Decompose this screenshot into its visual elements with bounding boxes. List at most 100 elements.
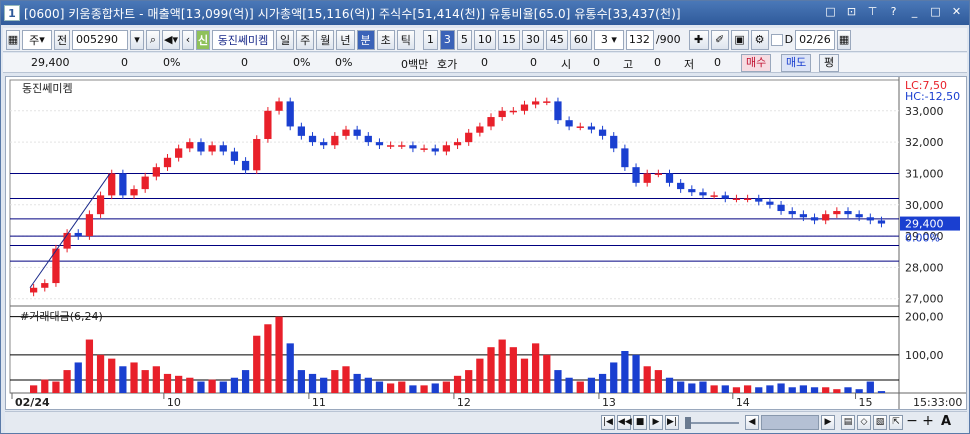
volume-bar bbox=[665, 377, 674, 393]
minute-15[interactable]: 15 bbox=[497, 29, 520, 50]
minute-10[interactable]: 10 bbox=[473, 29, 496, 50]
scroll-left-icon[interactable]: ◀ bbox=[745, 415, 759, 430]
minimize-icon[interactable]: _ bbox=[906, 4, 923, 21]
zoom-icon[interactable]: ▧ bbox=[873, 415, 887, 430]
credit-badge: 신 bbox=[196, 29, 210, 50]
volume-bar bbox=[141, 370, 149, 393]
eval-button[interactable]: 평 bbox=[819, 54, 840, 72]
hc-label: HC:-12,50 bbox=[905, 90, 961, 103]
stop-icon[interactable]: ■ bbox=[633, 415, 647, 430]
scroll-thumb[interactable] bbox=[685, 417, 691, 429]
forward-icon[interactable]: ▶ bbox=[649, 415, 663, 430]
full-button[interactable]: 전 bbox=[54, 29, 70, 50]
interval-select[interactable]: 3 ▾ bbox=[593, 29, 624, 50]
volume-bar bbox=[799, 385, 808, 393]
title-bar: 1 [0600] 키움종합차트 - 매출액[13,099(억)] 시가총액[15… bbox=[1, 1, 969, 25]
zoom-in-icon[interactable]: + bbox=[921, 414, 935, 430]
volume-bar bbox=[119, 366, 127, 393]
font-size-icon[interactable]: A bbox=[939, 415, 953, 430]
last-icon[interactable]: ▶| bbox=[665, 415, 679, 430]
minute-1[interactable]: 1 bbox=[422, 29, 438, 50]
volume-bar bbox=[431, 383, 439, 393]
candle-body bbox=[163, 157, 172, 168]
layout-icon[interactable]: ⊡ bbox=[843, 4, 860, 21]
volume-bar bbox=[331, 370, 339, 393]
period-select[interactable]: 주 ▾ bbox=[22, 29, 52, 50]
close-icon[interactable]: ✕ bbox=[948, 4, 965, 21]
scroll-range[interactable] bbox=[761, 415, 819, 430]
candle-body bbox=[297, 126, 305, 136]
quote-v3: 0 bbox=[530, 56, 537, 69]
menu-icon[interactable]: ▦ bbox=[6, 29, 20, 50]
mark-icon[interactable]: ✐ bbox=[710, 29, 729, 50]
candle-body bbox=[732, 198, 741, 200]
window-title: [0600] 키움종합차트 - 매출액[13,099(억)] 시가총액[15,1… bbox=[24, 6, 681, 21]
compare-icon[interactable]: ✚ bbox=[688, 29, 709, 50]
candle-body bbox=[487, 117, 495, 127]
scale-icon[interactable]: ⇱ bbox=[889, 415, 903, 430]
tab-day[interactable]: 일 bbox=[276, 29, 295, 50]
prev-icon[interactable]: ‹ bbox=[182, 29, 194, 50]
save-icon[interactable]: ▣ bbox=[730, 29, 749, 50]
candle-body bbox=[866, 217, 874, 221]
rewind-icon[interactable]: ◀◀ bbox=[617, 415, 632, 430]
search-icon[interactable]: ⌕ bbox=[146, 29, 160, 50]
date-checkbox[interactable] bbox=[770, 33, 783, 46]
tab-year[interactable]: 년 bbox=[336, 29, 355, 50]
scroll-track[interactable] bbox=[685, 422, 739, 424]
minute-45[interactable]: 45 bbox=[545, 29, 568, 50]
volume-bar bbox=[230, 377, 239, 393]
help-icon[interactable]: ? bbox=[885, 4, 902, 21]
date-tick-label: 13 bbox=[602, 396, 616, 409]
volume-bar bbox=[509, 347, 517, 393]
tab-minute[interactable]: 분 bbox=[356, 29, 375, 50]
minute-30[interactable]: 30 bbox=[521, 29, 544, 50]
tab-week[interactable]: 주 bbox=[296, 29, 315, 50]
date-input[interactable]: 02/26 bbox=[795, 29, 836, 50]
tab-tick[interactable]: 틱 bbox=[396, 29, 415, 50]
candle-body bbox=[587, 126, 596, 130]
tab-month[interactable]: 월 bbox=[316, 29, 335, 50]
candle-body bbox=[877, 220, 886, 224]
minute-3[interactable]: 3 bbox=[439, 29, 455, 50]
volume-bar bbox=[743, 385, 752, 393]
date-tick-label: 10 bbox=[167, 396, 181, 409]
speaker-icon[interactable]: ◀▾ bbox=[162, 29, 180, 50]
link-icon[interactable]: □ bbox=[822, 4, 839, 21]
code-dropdown-icon[interactable]: ▾ bbox=[130, 29, 144, 50]
quote-unit: 0백만 bbox=[401, 58, 429, 71]
candle-body bbox=[532, 101, 540, 105]
zoom-reset-icon[interactable]: ◇ bbox=[857, 415, 871, 430]
chart-area[interactable]: 33,000 32,000 31,000 30,000 29,000 28,000 27,0… bbox=[5, 76, 967, 410]
minute-5[interactable]: 5 bbox=[456, 29, 472, 50]
pin-icon[interactable]: ⊤ bbox=[864, 4, 881, 21]
candle-body bbox=[743, 198, 752, 200]
quote-v1: 0 bbox=[121, 56, 128, 69]
candle-body bbox=[241, 160, 250, 171]
volume-bar bbox=[364, 377, 372, 393]
stock-code-input[interactable]: 005290 bbox=[72, 29, 128, 50]
zoom-out-icon[interactable]: − bbox=[905, 414, 919, 430]
chart-canvas[interactable]: 33,00032,00031,00030,00029,00028,00027,0… bbox=[6, 77, 966, 409]
grip-icon[interactable]: ▤ bbox=[841, 415, 855, 430]
minute-60[interactable]: 60 bbox=[569, 29, 592, 50]
hoga-label: 호가 bbox=[437, 58, 458, 71]
settings-icon[interactable]: ⚙ bbox=[750, 29, 769, 50]
buy-button[interactable]: 매수 bbox=[741, 54, 772, 72]
candle-body bbox=[621, 148, 629, 168]
calendar-icon[interactable]: ▦ bbox=[837, 29, 852, 50]
price-tick-label: 31,000 bbox=[905, 167, 944, 180]
volume-tick-label: 200,00 bbox=[905, 311, 944, 324]
tab-second[interactable]: 초 bbox=[376, 29, 395, 50]
count-input[interactable]: 132 bbox=[625, 29, 654, 50]
volume-bar bbox=[755, 387, 763, 393]
maximize-icon[interactable]: □ bbox=[927, 4, 944, 21]
volume-bar bbox=[264, 324, 272, 393]
candle-body bbox=[520, 104, 529, 111]
volume-bar bbox=[409, 385, 417, 393]
candle-body bbox=[465, 132, 473, 143]
scroll-bar[interactable]: |◀ ◀◀ ■ ▶ ▶| ◀ ▶ ▤ ◇ ▧ ⇱ − + A bbox=[5, 411, 967, 433]
scroll-right-icon[interactable]: ▶ bbox=[821, 415, 835, 430]
first-icon[interactable]: |◀ bbox=[601, 415, 615, 430]
sell-button[interactable]: 매도 bbox=[781, 54, 812, 72]
